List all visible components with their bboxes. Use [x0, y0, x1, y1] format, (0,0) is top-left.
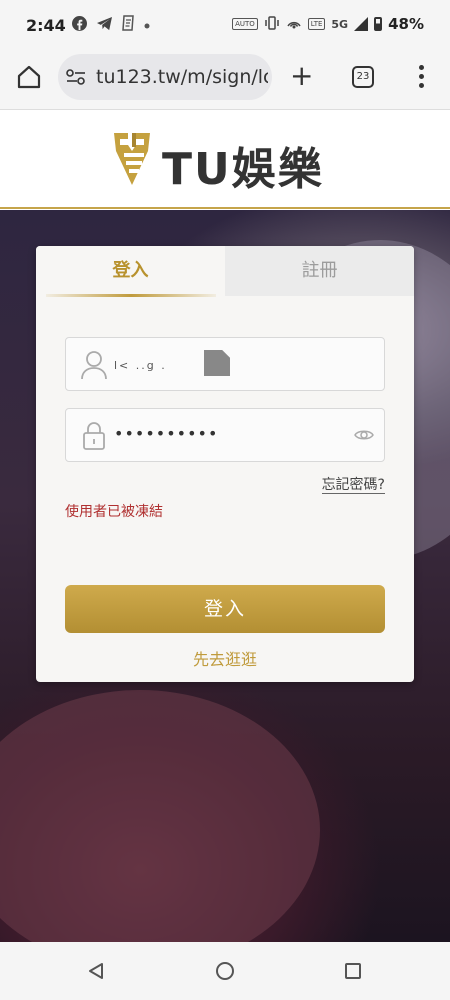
- browser-menu-icon[interactable]: [414, 65, 428, 89]
- auto-icon: AUTO: [232, 18, 258, 30]
- background-shadow: [0, 690, 320, 942]
- eye-icon[interactable]: [354, 427, 374, 443]
- hotspot-icon: [286, 16, 302, 33]
- battery-icon: [374, 17, 383, 31]
- network-type: 5G: [331, 17, 349, 31]
- vibrate-icon: [264, 15, 280, 33]
- recents-icon[interactable]: [345, 963, 361, 979]
- site-header: TU娛樂: [0, 111, 450, 209]
- receipt-icon: [122, 15, 135, 35]
- system-nav-bar: [0, 942, 450, 1000]
- tab-switcher-button[interactable]: 23: [352, 66, 374, 88]
- notification-icons: [72, 15, 150, 35]
- volte-icon: LTE: [307, 18, 326, 30]
- tab-register[interactable]: 註冊: [225, 246, 414, 296]
- home-icon[interactable]: [16, 64, 42, 90]
- password-field[interactable]: ••••••••••: [65, 408, 385, 462]
- active-tab-indicator: [46, 294, 216, 297]
- username-field[interactable]: l< ..g .: [65, 337, 385, 391]
- user-icon: [80, 350, 108, 380]
- redacted-text: [204, 350, 230, 376]
- login-card: 登入 註冊 l< ..g . •••••••••• 忘記密碼? 使用者已被凍結 …: [36, 246, 414, 682]
- back-icon[interactable]: [87, 962, 105, 980]
- error-message: 使用者已被凍結: [65, 504, 163, 520]
- password-value: ••••••••••: [114, 424, 219, 443]
- login-button[interactable]: 登入: [65, 585, 385, 633]
- logo-text: TU娛樂: [162, 144, 324, 195]
- browser-toolbar: tu123.tw/m/sign/lc + 23: [0, 52, 450, 110]
- battery-percent: 48%: [388, 15, 424, 33]
- browse-first-link[interactable]: 先去逛逛: [36, 646, 414, 670]
- status-bar: 2:44 AUTO LTE 5G 48%: [0, 0, 450, 52]
- forgot-password-link[interactable]: 忘記密碼?: [321, 477, 385, 494]
- signal-icon: [354, 17, 369, 31]
- dot-icon: [144, 17, 150, 33]
- telegram-icon: [96, 16, 113, 35]
- status-time: 2:44: [26, 16, 66, 35]
- logo-emblem-icon: [114, 133, 150, 185]
- system-icons: AUTO LTE 5G 48%: [232, 15, 424, 33]
- new-tab-icon[interactable]: +: [290, 62, 313, 90]
- facebook-icon: [72, 15, 87, 35]
- site-logo[interactable]: TU娛樂: [112, 131, 338, 195]
- username-value: l< ..g .: [114, 359, 167, 372]
- tab-login[interactable]: 登入: [36, 246, 225, 296]
- site-settings-icon[interactable]: [66, 68, 86, 86]
- url-text: tu123.tw/m/sign/lc: [96, 66, 268, 88]
- home-nav-icon[interactable]: [216, 962, 234, 980]
- address-bar[interactable]: tu123.tw/m/sign/lc: [58, 54, 272, 100]
- lock-icon: [80, 421, 108, 451]
